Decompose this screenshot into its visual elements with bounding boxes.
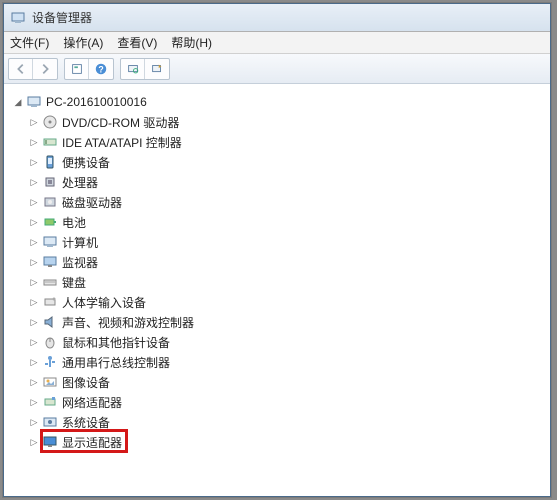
tree-item[interactable]: ▷ 计算机 (28, 232, 550, 252)
svg-text:?: ? (98, 64, 103, 74)
help-button[interactable]: ? (89, 59, 113, 79)
refresh-icon (150, 62, 164, 76)
tree-item-label: 计算机 (62, 234, 98, 251)
tree-item-label: 网络适配器 (62, 394, 122, 411)
expander-icon[interactable]: ◢ (12, 96, 24, 108)
back-button[interactable] (9, 59, 33, 79)
display-icon (42, 434, 58, 450)
forward-button[interactable] (33, 59, 57, 79)
tree-item[interactable]: ▷ 声音、视频和游戏控制器 (28, 312, 550, 332)
tree-item[interactable]: ▷ 图像设备 (28, 372, 550, 392)
tree-item[interactable]: ▷ 显示适配器 (28, 432, 550, 452)
tree-item-label: 鼠标和其他指针设备 (62, 334, 170, 351)
tree-item-label: 声音、视频和游戏控制器 (62, 314, 194, 331)
tree-item[interactable]: ▷ 人体学输入设备 (28, 292, 550, 312)
refresh-button[interactable] (145, 59, 169, 79)
titlebar: 设备管理器 (4, 4, 550, 32)
toolbar-view-group: ? (64, 58, 114, 80)
computer-icon (42, 234, 58, 250)
battery-icon (42, 214, 58, 230)
expander-icon[interactable]: ▷ (28, 416, 40, 428)
tree-item[interactable]: ▷ 便携设备 (28, 152, 550, 172)
tree-item-label: 图像设备 (62, 374, 110, 391)
keyboard-icon (42, 274, 58, 290)
sound-icon (42, 314, 58, 330)
menu-help[interactable]: 帮助(H) (171, 34, 212, 51)
tree-item-label: 人体学输入设备 (62, 294, 146, 311)
tree-item-label: IDE ATA/ATAPI 控制器 (62, 134, 182, 151)
expander-icon[interactable]: ▷ (28, 156, 40, 168)
tree-item-label: 磁盘驱动器 (62, 194, 122, 211)
ide-icon (42, 134, 58, 150)
expander-icon[interactable]: ▷ (28, 196, 40, 208)
hid-icon (42, 294, 58, 310)
tree-item-label: 系统设备 (62, 414, 110, 431)
arrow-left-icon (14, 62, 28, 76)
tree-item-label: 显示适配器 (62, 434, 122, 451)
portable-icon (42, 154, 58, 170)
expander-icon[interactable]: ▷ (28, 396, 40, 408)
expander-icon[interactable]: ▷ (28, 116, 40, 128)
tree-item[interactable]: ▷ 网络适配器 (28, 392, 550, 412)
scan-button[interactable] (121, 59, 145, 79)
expander-icon[interactable]: ▷ (28, 296, 40, 308)
tree-item-label: 便携设备 (62, 154, 110, 171)
tree-item[interactable]: ▷ 处理器 (28, 172, 550, 192)
expander-icon[interactable]: ▷ (28, 256, 40, 268)
tree-item-label: 电池 (62, 214, 86, 231)
arrow-right-icon (38, 62, 52, 76)
tree-item-label: 通用串行总线控制器 (62, 354, 170, 371)
tree-item[interactable]: ▷ 监视器 (28, 252, 550, 272)
expander-icon[interactable]: ▷ (28, 176, 40, 188)
monitor-icon (42, 254, 58, 270)
toolbar-nav-group (8, 58, 58, 80)
tree-item-label: 处理器 (62, 174, 98, 191)
disc-icon (42, 114, 58, 130)
expander-icon[interactable]: ▷ (28, 336, 40, 348)
properties-button[interactable] (65, 59, 89, 79)
disk-icon (42, 194, 58, 210)
toolbar: ? (4, 54, 550, 84)
tree-root-node[interactable]: ◢ PC-201610010016 (10, 92, 550, 112)
computer-root-icon (26, 94, 42, 110)
usb-icon (42, 354, 58, 370)
cpu-icon (42, 174, 58, 190)
scan-icon (126, 62, 140, 76)
menu-view[interactable]: 查看(V) (117, 34, 157, 51)
toolbar-action-group (120, 58, 170, 80)
expander-icon[interactable]: ▷ (28, 136, 40, 148)
tree-item[interactable]: ▷ IDE ATA/ATAPI 控制器 (28, 132, 550, 152)
tree-item[interactable]: ▷ 系统设备 (28, 412, 550, 432)
expander-icon[interactable]: ▷ (28, 216, 40, 228)
image-icon (42, 374, 58, 390)
menubar: 文件(F) 操作(A) 查看(V) 帮助(H) (4, 32, 550, 54)
device-tree: ◢ PC-201610010016 ▷ DVD/CD-ROM 驱动器 ▷ IDE AT… (4, 86, 550, 496)
tree-item[interactable]: ▷ 鼠标和其他指针设备 (28, 332, 550, 352)
menu-file[interactable]: 文件(F) (10, 34, 49, 51)
tree-item-label: 监视器 (62, 254, 98, 271)
expander-icon[interactable]: ▷ (28, 436, 40, 448)
expander-icon[interactable]: ▷ (28, 276, 40, 288)
tree-root-label: PC-201610010016 (46, 95, 147, 109)
help-icon: ? (94, 62, 108, 76)
tree-item[interactable]: ▷ 磁盘驱动器 (28, 192, 550, 212)
expander-icon[interactable]: ▷ (28, 236, 40, 248)
mouse-icon (42, 334, 58, 350)
tree-item[interactable]: ▷ DVD/CD-ROM 驱动器 (28, 112, 550, 132)
tree-item-label: DVD/CD-ROM 驱动器 (62, 114, 179, 131)
network-icon (42, 394, 58, 410)
tree-item-label: 键盘 (62, 274, 86, 291)
expander-icon[interactable]: ▷ (28, 376, 40, 388)
app-icon (10, 10, 26, 26)
tree-item[interactable]: ▷ 通用串行总线控制器 (28, 352, 550, 372)
system-icon (42, 414, 58, 430)
tree-item[interactable]: ▷ 电池 (28, 212, 550, 232)
device-manager-window: 设备管理器 文件(F) 操作(A) 查看(V) 帮助(H) ? (3, 3, 551, 497)
tree-item[interactable]: ▷ 键盘 (28, 272, 550, 292)
window-title: 设备管理器 (32, 9, 92, 26)
properties-icon (70, 62, 84, 76)
expander-icon[interactable]: ▷ (28, 316, 40, 328)
expander-icon[interactable]: ▷ (28, 356, 40, 368)
menu-action[interactable]: 操作(A) (63, 34, 103, 51)
